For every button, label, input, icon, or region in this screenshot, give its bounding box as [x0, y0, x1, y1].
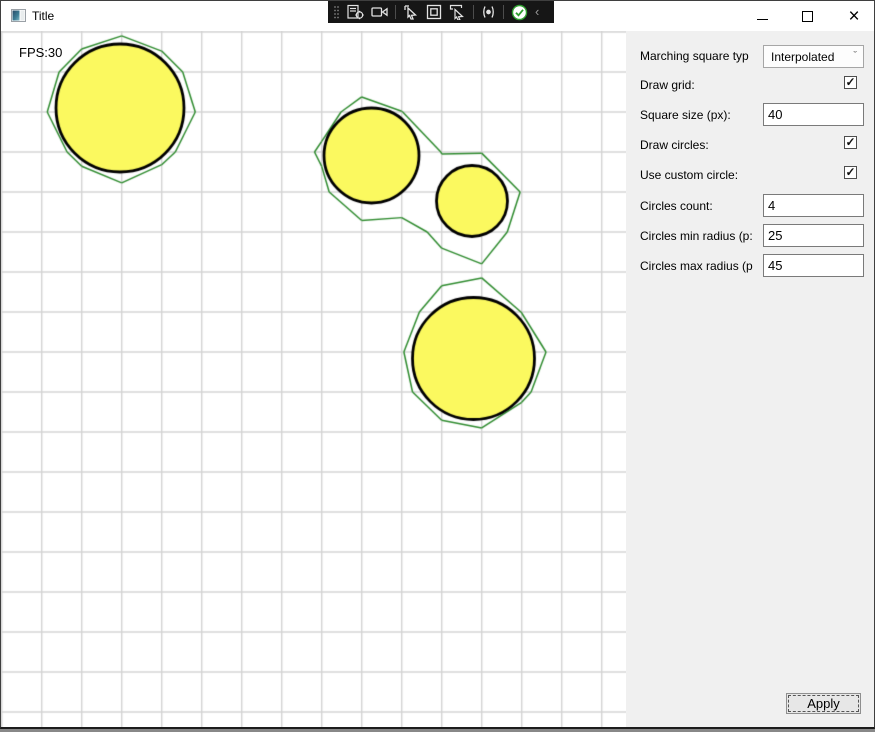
- chevron-down-icon: ˇ: [853, 50, 857, 62]
- marching-square-type-dropdown[interactable]: Interpolated ˇ: [763, 45, 864, 68]
- draw-grid-label: Draw grid:: [640, 78, 695, 92]
- circles-max-radius-input[interactable]: [763, 254, 864, 277]
- circles-max-radius-label: Circles max radius (p: [640, 259, 753, 273]
- close-icon: ×: [848, 7, 859, 26]
- toolbar-separator: [473, 5, 474, 19]
- select-window-icon[interactable]: [403, 4, 419, 20]
- checkmark-icon: ✓: [845, 76, 855, 88]
- square-size-input[interactable]: [763, 103, 864, 126]
- scene-canvas[interactable]: [1, 31, 626, 727]
- fps-counter: FPS:30: [19, 45, 62, 60]
- dropdown-selected-value: Interpolated: [771, 50, 834, 64]
- marching-square-type-label: Marching square typ: [640, 49, 749, 63]
- use-custom-circle-label: Use custom circle:: [640, 168, 738, 182]
- settings-panel: Marching square typ Interpolated ˇ Draw …: [626, 31, 874, 727]
- circles-count-label: Circles count:: [640, 199, 713, 213]
- close-button[interactable]: ×: [837, 1, 871, 31]
- window-title: Title: [32, 9, 54, 23]
- draw-circles-checkbox[interactable]: ✓: [844, 136, 857, 149]
- camera-icon[interactable]: [371, 4, 388, 20]
- app-icon: [11, 9, 26, 22]
- maximize-icon: [802, 11, 813, 22]
- toolbar-separator: [395, 5, 396, 19]
- circles-count-input[interactable]: [763, 194, 864, 217]
- app-window: Title: [0, 0, 875, 729]
- apply-button[interactable]: Apply: [786, 693, 861, 714]
- recorder-options-icon[interactable]: [347, 4, 364, 20]
- grip-handle-icon[interactable]: [333, 4, 340, 20]
- select-region-icon[interactable]: [426, 4, 442, 20]
- minimize-icon: [757, 19, 768, 20]
- accept-icon[interactable]: [511, 4, 528, 21]
- checkmark-icon: ✓: [845, 136, 855, 148]
- circles-min-radius-label: Circles min radius (p:: [640, 229, 753, 243]
- maximize-button[interactable]: [790, 1, 824, 31]
- titlebar: Title: [1, 1, 874, 31]
- toolbar-separator: [503, 5, 504, 19]
- collapse-toolbar-icon[interactable]: ‹: [535, 5, 539, 20]
- select-area-pointer-icon[interactable]: [449, 4, 466, 20]
- checkmark-icon: ✓: [845, 166, 855, 178]
- minimize-button[interactable]: [745, 1, 779, 31]
- scene-area: FPS:30: [1, 31, 626, 727]
- draw-grid-checkbox[interactable]: ✓: [844, 76, 857, 89]
- use-custom-circle-checkbox[interactable]: ✓: [844, 166, 857, 179]
- draw-circles-label: Draw circles:: [640, 138, 709, 152]
- square-size-label: Square size (px):: [640, 108, 731, 122]
- capture-toolbar: ‹: [328, 1, 554, 23]
- circles-min-radius-input[interactable]: [763, 224, 864, 247]
- webcam-overlay-icon[interactable]: [481, 4, 496, 20]
